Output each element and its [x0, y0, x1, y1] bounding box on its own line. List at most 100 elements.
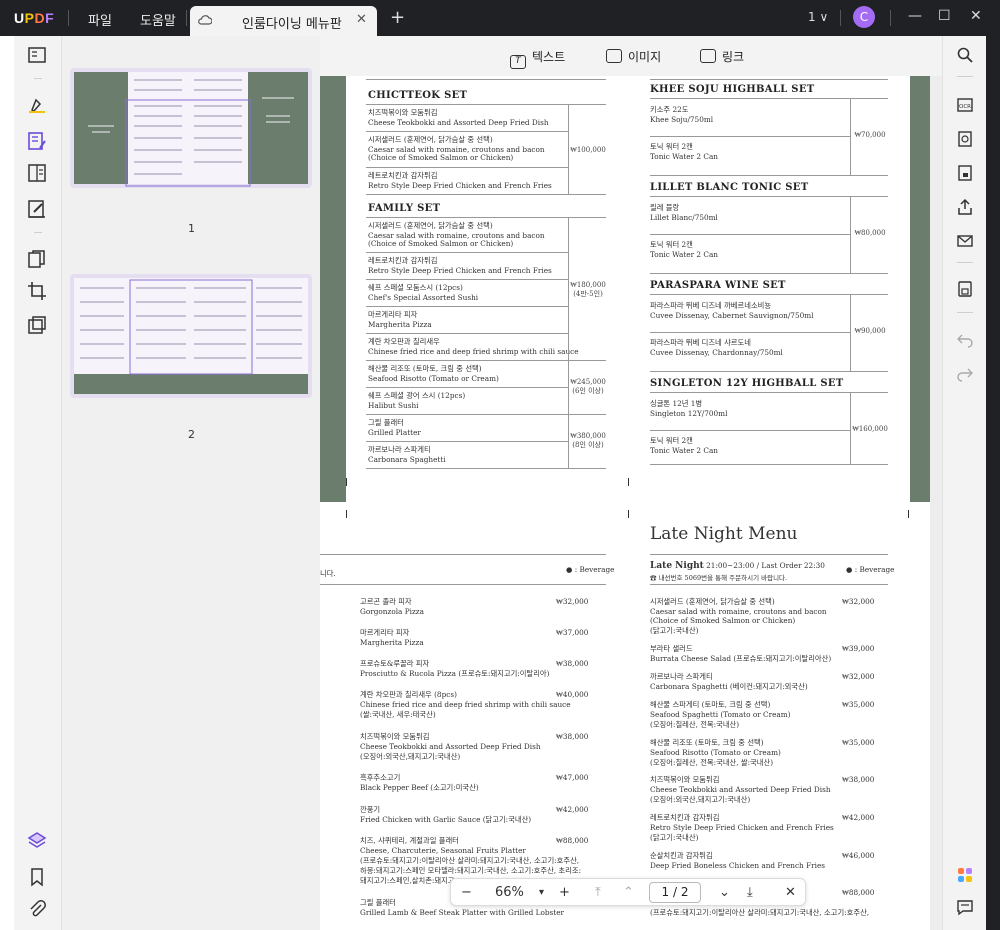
document-tab[interactable]: 인룸다이닝 메뉴판 ✕	[190, 6, 377, 36]
organize-pages-icon[interactable]	[26, 248, 48, 270]
protect-icon[interactable]	[956, 164, 974, 182]
previous-page-icon[interactable]: ⌃	[623, 885, 634, 900]
redo-icon[interactable]	[956, 364, 974, 382]
zoom-dropdown-icon[interactable]: ▾	[539, 887, 544, 898]
next-page-icon[interactable]: ⌄	[719, 885, 730, 900]
search-icon[interactable]	[956, 46, 974, 64]
menu-item-price: ₩38,000	[556, 732, 589, 741]
comment-list-icon[interactable]	[956, 898, 974, 916]
page-layout-icon[interactable]	[26, 162, 48, 184]
zoom-in-button[interactable]: +	[559, 885, 570, 900]
menu-item-price: ₩35,000	[842, 738, 875, 747]
close-window-button[interactable]: ✕	[970, 8, 982, 24]
reader-icon[interactable]	[26, 44, 48, 66]
window-edge	[986, 36, 1000, 930]
ai-assistant-icon[interactable]	[956, 866, 974, 884]
menu-help[interactable]: 도움말	[140, 10, 176, 29]
bookmark-icon[interactable]	[26, 866, 48, 888]
set-price-note: (6인 이상)	[572, 387, 604, 395]
thumbnail-page-2[interactable]	[70, 274, 312, 398]
zoom-page-bar: − 66% ▾ + ⤒ ⌃ 1 / 2 ⌄ ⤓ ✕	[450, 878, 806, 906]
menu-item-en: Retro Style Deep Fried Chicken and Frenc…	[650, 823, 834, 832]
menu-item-ko: 싱글톤 12년 1병	[650, 399, 703, 408]
page-1-preview	[74, 72, 308, 187]
minimize-button[interactable]: —	[908, 8, 922, 24]
divider	[366, 333, 568, 334]
beverage-label: Beverage	[579, 565, 615, 574]
menu-item-ko: 흑후추소고기	[360, 773, 401, 782]
section-title: SINGLETON 12Y HIGHBALL SET	[650, 378, 844, 389]
menu-item-en: Burrata Cheese Salad (프로슈토:돼지고기:이탈리아산)	[650, 654, 832, 663]
zoom-out-button[interactable]: −	[461, 885, 472, 900]
layers-icon[interactable]	[26, 830, 48, 852]
close-bar-icon[interactable]: ✕	[785, 885, 796, 900]
divider	[850, 196, 851, 273]
divider	[650, 136, 850, 137]
toolbar-separator	[34, 78, 42, 79]
menu-item-origin: (닭고기:국내산)	[650, 626, 699, 635]
menu-item-en: Retro Style Deep Fried Chicken and Frenc…	[368, 266, 552, 275]
menu-item-price: ₩46,000	[842, 851, 875, 860]
divider	[366, 79, 606, 80]
menu-item-ko: 레트로치킨과 감자튀김	[368, 256, 438, 265]
maximize-button[interactable]: ☐	[938, 8, 951, 24]
link-tool-icon	[700, 49, 716, 63]
beverage-icon: ●	[846, 565, 853, 574]
page-number-input[interactable]: 1 / 2	[649, 882, 701, 903]
fill-sign-icon[interactable]	[26, 198, 48, 220]
set-price: ₩245,000	[570, 378, 606, 386]
crop-mark	[628, 510, 629, 518]
right-toolbar: OCR	[942, 36, 986, 930]
menu-file[interactable]: 파일	[88, 10, 112, 29]
save-icon[interactable]	[956, 280, 974, 298]
toolbar-separator	[34, 232, 42, 233]
menu-item-price: ₩38,000	[842, 775, 875, 784]
tools-icon[interactable]	[26, 314, 48, 336]
left-toolbar	[14, 36, 62, 930]
divider	[650, 464, 888, 465]
edit-pdf-icon[interactable]	[26, 130, 48, 152]
thumbnail-page-1[interactable]	[70, 68, 312, 188]
cloud-icon	[198, 15, 212, 25]
new-tab-button[interactable]: +	[390, 7, 405, 28]
text-tool-button[interactable]: T 텍스트	[510, 48, 565, 69]
last-page-icon[interactable]: ⤓	[747, 885, 753, 900]
crop-icon[interactable]	[26, 280, 48, 302]
link-tool-label: 링크	[722, 50, 745, 64]
crop-mark	[908, 510, 909, 518]
divider	[650, 273, 888, 274]
menu-item-ko: 쉐프 스페셜 모둠스시 (12pcs)	[368, 283, 463, 292]
convert-icon[interactable]	[956, 130, 974, 148]
share-icon[interactable]	[956, 198, 974, 216]
menu-item-origin: (프로슈토:돼지고기:이탈리아산 살라미:돼지고기:국내산, 소고기:호주산,	[360, 856, 580, 865]
text-tool-label: 텍스트	[532, 50, 566, 64]
first-page-icon[interactable]: ⤒	[595, 885, 601, 900]
tab-close-icon[interactable]: ✕	[356, 12, 367, 27]
document-viewer[interactable]: T 텍스트 이미지 링크 CHICTTEOK SET 치즈떡볶이와 모둠튀김 Ch…	[320, 36, 942, 930]
ocr-icon[interactable]: OCR	[956, 96, 974, 114]
menu-item-ko: 파라스파라 뛰베 디즈네 샤르도네	[650, 338, 751, 347]
undo-icon[interactable]	[956, 330, 974, 348]
user-avatar[interactable]: C	[853, 6, 875, 28]
menu-item-en: Carbonara Spaghetti	[368, 455, 446, 464]
link-tool-button[interactable]: 링크	[700, 48, 744, 65]
menu-item-price: ₩40,000	[556, 690, 589, 699]
divider	[366, 414, 606, 415]
menu-item-en: Retro Style Deep Fried Chicken and Frenc…	[368, 181, 552, 190]
section-title: PARASPARA WINE SET	[650, 280, 786, 291]
attachment-icon[interactable]	[26, 898, 48, 920]
menu-item-en: Cheese Teokbokki and Assorted Deep Fried…	[368, 118, 549, 127]
comment-highlighter-icon[interactable]	[26, 94, 48, 116]
zoom-level[interactable]: 66%	[495, 885, 524, 900]
title-separator	[68, 10, 69, 26]
title-separator	[186, 10, 187, 26]
version-dropdown[interactable]: 1 ∨	[808, 10, 828, 24]
divider	[650, 554, 888, 555]
menu-item-en: Grilled Lamb & Beef Steak Platter with G…	[360, 908, 565, 917]
email-icon[interactable]	[956, 232, 974, 250]
menu-item-ko: 해산물 리조또 (토마토, 크림 중 선택)	[368, 364, 482, 373]
menu-item-price: ₩42,000	[556, 805, 589, 814]
menu-item-en: Cheese Teokbokki and Assorted Deep Fried…	[650, 785, 831, 794]
image-tool-button[interactable]: 이미지	[606, 48, 661, 65]
thumbnail-panel: 1 2	[62, 36, 320, 930]
